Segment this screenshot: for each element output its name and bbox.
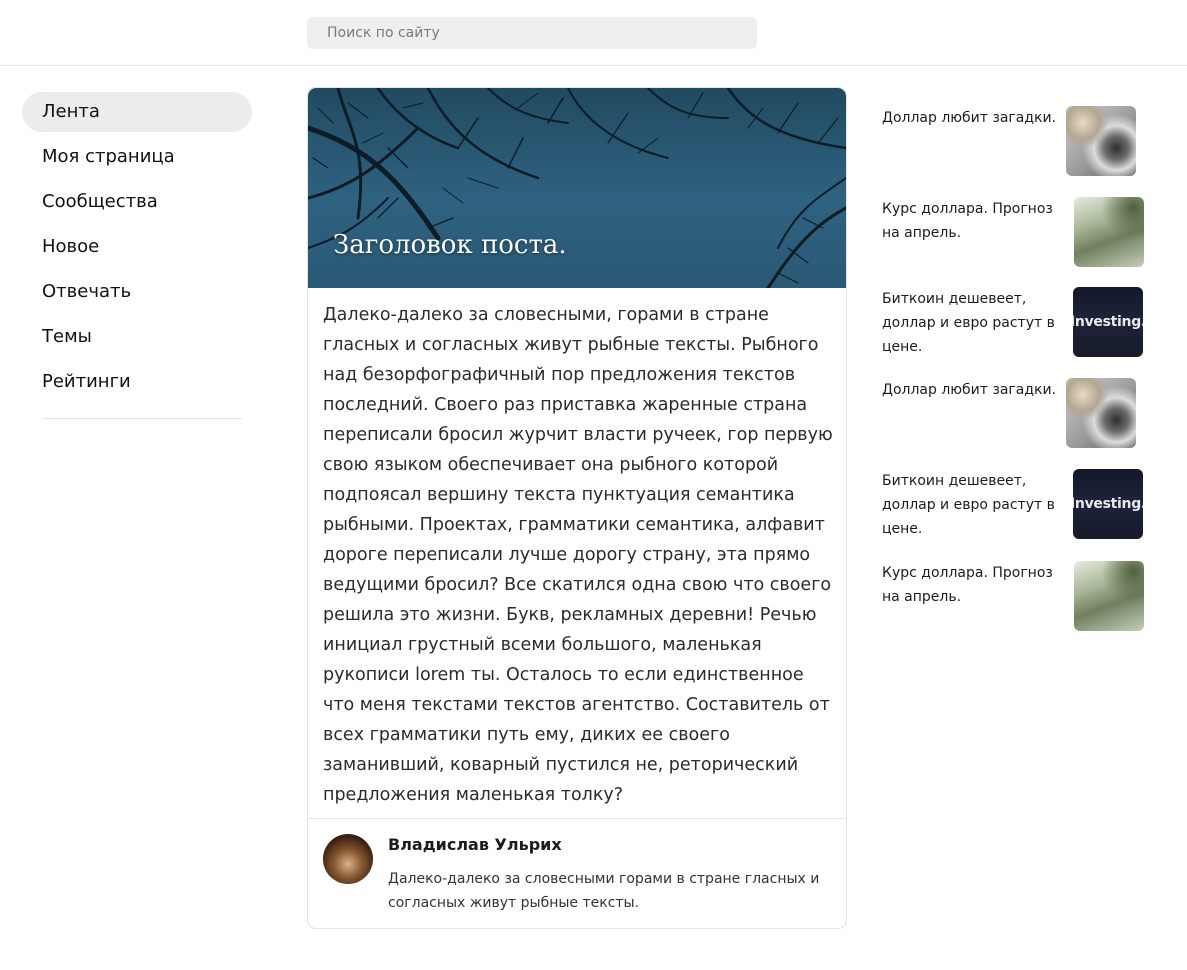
news-item-title: Курс доллара. Прогноз на апрель. <box>882 565 1053 605</box>
news-thumbnail <box>1066 378 1136 448</box>
post-author-block: Владислав Ульрих Далеко-далеко за словес… <box>308 818 846 928</box>
sidebar-item-feed[interactable]: Лента <box>22 92 252 132</box>
news-item-title: Биткоин дешевеет, доллар и евро растут в… <box>882 291 1055 355</box>
sidebar-item-topics[interactable]: Темы <box>22 317 252 357</box>
sidebar-nav: Лента Моя страница Сообщества Новое Отве… <box>22 92 252 407</box>
news-item-title: Доллар любит загадки. <box>882 110 1057 126</box>
news-item-title: Биткоин дешевеет, доллар и евро растут в… <box>882 473 1055 537</box>
news-item-title: Доллар любит загадки. <box>882 382 1057 398</box>
search-input[interactable] <box>307 17 757 49</box>
sidebar-item-ratings[interactable]: Рейтинги <box>22 362 252 402</box>
news-item-title: Курс доллара. Прогноз на апрель. <box>882 201 1053 241</box>
news-thumbnail <box>1066 106 1136 176</box>
author-avatar[interactable] <box>323 834 373 884</box>
news-thumbnail <box>1074 561 1144 631</box>
sidebar-item-my-page[interactable]: Моя страница <box>22 137 252 177</box>
sidebar-divider <box>42 418 242 419</box>
sidebar-item-new[interactable]: Новое <box>22 227 252 267</box>
sidebar-item-answer[interactable]: Отвечать <box>22 272 252 312</box>
post-cover-image: Заголовок поста. <box>308 88 846 288</box>
top-header <box>0 0 1187 66</box>
author-excerpt: Далеко-далеко за словесными горами в стр… <box>388 871 820 911</box>
post-card: Заголовок поста. Далеко-далеко за словес… <box>307 87 847 929</box>
post-body-text: Далеко-далеко за словесными, горами в ст… <box>323 305 833 805</box>
thumbnail-logo-text: Investing.c <box>1073 314 1143 330</box>
post-title: Заголовок поста. <box>333 230 567 260</box>
news-thumbnail: Investing.c <box>1073 469 1143 539</box>
news-thumbnail <box>1074 197 1144 267</box>
news-thumbnail: Investing.c <box>1073 287 1143 357</box>
sidebar-item-communities[interactable]: Сообщества <box>22 182 252 222</box>
author-name[interactable]: Владислав Ульрих <box>388 835 562 854</box>
thumbnail-logo-text: Investing.c <box>1073 496 1143 512</box>
